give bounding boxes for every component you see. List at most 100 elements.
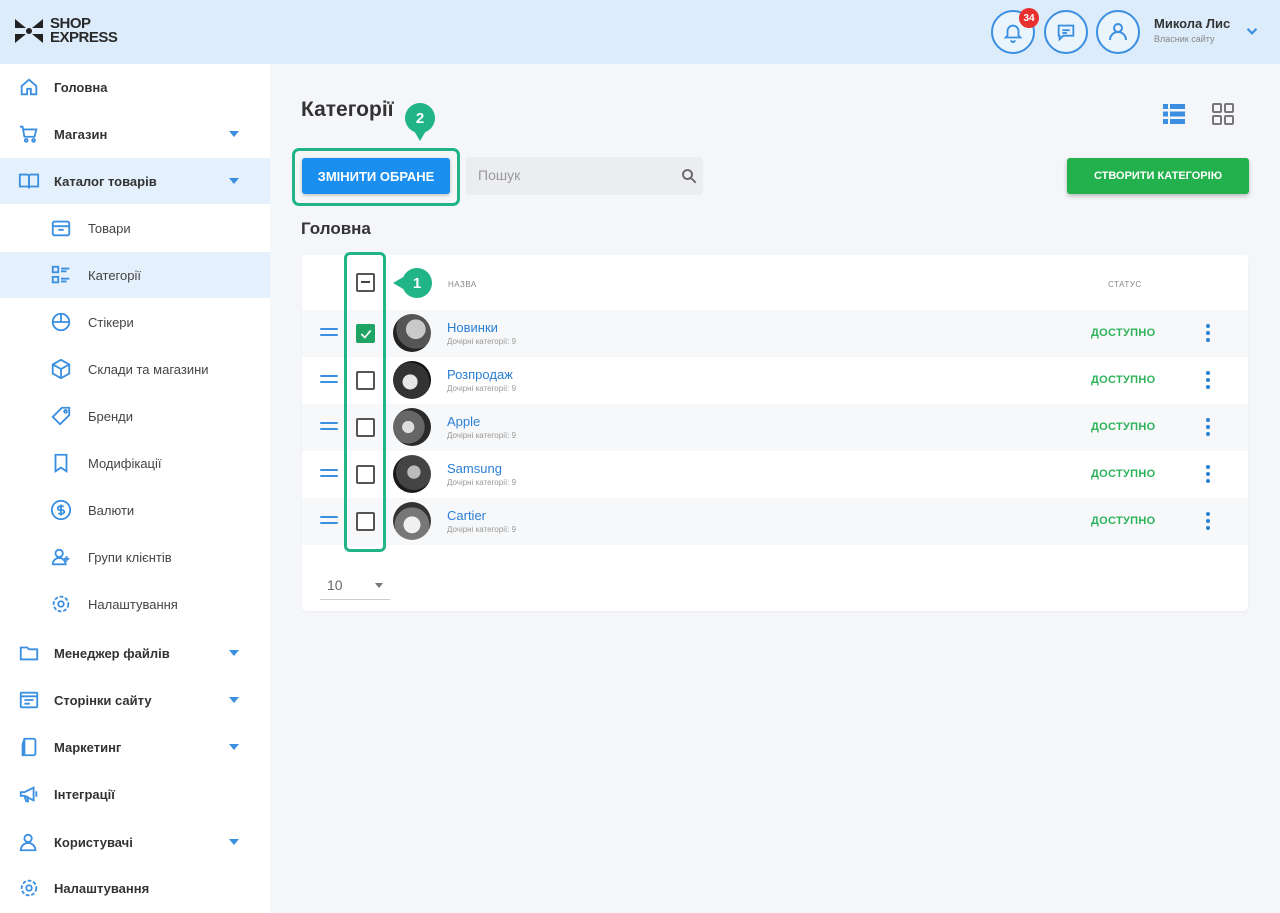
book-icon — [17, 169, 41, 193]
sidebar-item-label: Валюти — [88, 502, 135, 518]
list-view-icon[interactable] — [1162, 102, 1186, 126]
sidebar-item-integrations[interactable]: Інтеграції — [0, 771, 270, 817]
category-image — [393, 314, 431, 352]
sidebar-item-label: Налаштування — [54, 880, 150, 896]
category-name-link[interactable]: Cartier — [447, 508, 486, 523]
sidebar-item-label: Групи клієнтів — [88, 549, 172, 565]
sidebar-item-label: Стікери — [88, 314, 134, 330]
sidebar-item-label: Склади та магазини — [88, 361, 209, 377]
drag-handle-icon[interactable] — [320, 469, 338, 479]
warehouse-icon — [49, 357, 73, 381]
sidebar-item-catalog[interactable]: Каталог товарів — [0, 158, 270, 204]
tag-icon — [49, 404, 73, 428]
notifications-button[interactable]: 34 — [991, 8, 1039, 54]
bookmark-icon — [49, 451, 73, 475]
sidebar-item-site-pages[interactable]: Сторінки сайту — [0, 677, 270, 723]
user-avatar-button[interactable] — [1096, 10, 1140, 54]
category-subcount: Дочірні категорії: 9 — [447, 384, 517, 393]
sidebar-item-label: Модифікації — [88, 455, 162, 471]
users-icon — [17, 830, 41, 854]
page-size-value: 10 — [327, 577, 343, 593]
sidebar-item-marketing[interactable]: Маркетинг — [0, 724, 270, 770]
sidebar-item-brands[interactable]: Бренди — [0, 393, 270, 439]
sidebar-item-file-manager[interactable]: Менеджер файлів — [0, 630, 270, 676]
column-header-status: СТАТУС — [1108, 280, 1142, 289]
sidebar-item-home[interactable]: Головна — [0, 64, 270, 110]
sidebar-item-label: Головна — [54, 79, 108, 95]
chevron-down-icon[interactable] — [1243, 22, 1261, 40]
search-icon[interactable] — [680, 167, 698, 185]
more-vertical-icon[interactable] — [1206, 418, 1212, 438]
table-row[interactable]: Samsung Дочірні категорії: 9 ДОСТУПНО — [302, 451, 1248, 498]
table-row[interactable]: Розпродаж Дочірні категорії: 9 ДОСТУПНО — [302, 357, 1248, 404]
section-title: Головна — [301, 219, 371, 238]
search-input[interactable] — [478, 167, 668, 183]
status-badge: ДОСТУПНО — [1091, 374, 1156, 386]
sidebar-item-label: Інтеграції — [54, 786, 115, 802]
sidebar-item-modifications[interactable]: Модифікації — [0, 440, 270, 486]
caret-down-icon — [229, 744, 239, 750]
user-group-icon — [49, 545, 73, 569]
status-badge: ДОСТУПНО — [1091, 421, 1156, 433]
status-badge: ДОСТУПНО — [1091, 515, 1156, 527]
sidebar-item-users[interactable]: Користувачі — [0, 819, 270, 865]
category-subcount: Дочірні категорії: 9 — [447, 431, 517, 440]
sidebar-item-label: Бренди — [88, 408, 134, 424]
category-image — [393, 455, 431, 493]
sidebar-item-label: Категорії — [88, 267, 141, 283]
edit-selected-button[interactable]: ЗМІНИТИ ОБРАНЕ — [302, 158, 450, 194]
more-vertical-icon[interactable] — [1206, 465, 1212, 485]
table-row[interactable]: Новинки Дочірні категорії: 9 ДОСТУПНО — [302, 310, 1248, 357]
table-row[interactable]: Apple Дочірні категорії: 9 ДОСТУПНО — [302, 404, 1248, 451]
sidebar-item-stickers[interactable]: Стікери — [0, 299, 270, 345]
category-image — [393, 502, 431, 540]
sidebar-item-shop[interactable]: Магазин — [0, 111, 270, 157]
logo-icon — [15, 19, 43, 43]
drag-handle-icon[interactable] — [320, 375, 338, 385]
chat-button[interactable] — [1044, 10, 1088, 54]
sidebar-item-client-groups[interactable]: Групи клієнтів — [0, 534, 270, 580]
column-header-name: НАЗВА — [448, 280, 477, 289]
caret-down-icon — [375, 583, 383, 588]
caret-down-icon — [229, 650, 239, 656]
page-size-select[interactable]: 10 — [320, 572, 390, 600]
sidebar-item-catalog-settings[interactable]: Налаштування — [0, 581, 270, 627]
logo-line-2: EXPRESS — [50, 29, 118, 46]
caret-down-icon — [229, 131, 239, 137]
gear-icon — [17, 876, 41, 900]
category-name-link[interactable]: Новинки — [447, 320, 498, 335]
category-image — [393, 361, 431, 399]
top-header: SHOP EXPRESS 34 Микола Лис Власник сайту — [0, 0, 1280, 64]
category-name-link[interactable]: Samsung — [447, 461, 502, 476]
sidebar-item-label: Товари — [88, 220, 131, 236]
category-subcount: Дочірні категорії: 9 — [447, 337, 517, 346]
create-category-button[interactable]: СТВОРИТИ КАТЕГОРІЮ — [1067, 158, 1249, 194]
sidebar-item-products[interactable]: Товари — [0, 205, 270, 251]
drag-handle-icon[interactable] — [320, 328, 338, 338]
user-name[interactable]: Микола Лис — [1154, 16, 1230, 31]
home-icon — [17, 75, 41, 99]
more-vertical-icon[interactable] — [1206, 512, 1212, 532]
sidebar-item-warehouses[interactable]: Склади та магазини — [0, 346, 270, 392]
category-name-link[interactable]: Розпродаж — [447, 367, 513, 382]
logo[interactable]: SHOP EXPRESS — [12, 14, 118, 48]
notification-badge: 34 — [1019, 8, 1039, 28]
drag-handle-icon[interactable] — [320, 422, 338, 432]
dollar-icon — [49, 498, 73, 522]
table-row[interactable]: Cartier Дочірні категорії: 9 ДОСТУПНО — [302, 498, 1248, 545]
sidebar-item-label: Менеджер файлів — [54, 645, 170, 661]
page-title: Категорії — [301, 98, 394, 121]
sidebar-item-currencies[interactable]: Валюти — [0, 487, 270, 533]
grid-view-icon[interactable] — [1211, 102, 1235, 126]
sidebar-item-categories[interactable]: Категорії — [0, 252, 270, 298]
annotation-marker-1: 1 — [402, 268, 432, 298]
category-name-link[interactable]: Apple — [447, 414, 480, 429]
sidebar-item-label: Каталог товарів — [54, 173, 157, 189]
more-vertical-icon[interactable] — [1206, 324, 1212, 344]
status-badge: ДОСТУПНО — [1091, 468, 1156, 480]
sidebar-item-label: Маркетинг — [54, 739, 122, 755]
sidebar-item-settings[interactable]: Налаштування — [0, 865, 270, 911]
drag-handle-icon[interactable] — [320, 516, 338, 526]
more-vertical-icon[interactable] — [1206, 371, 1212, 391]
caret-down-icon — [229, 178, 239, 184]
